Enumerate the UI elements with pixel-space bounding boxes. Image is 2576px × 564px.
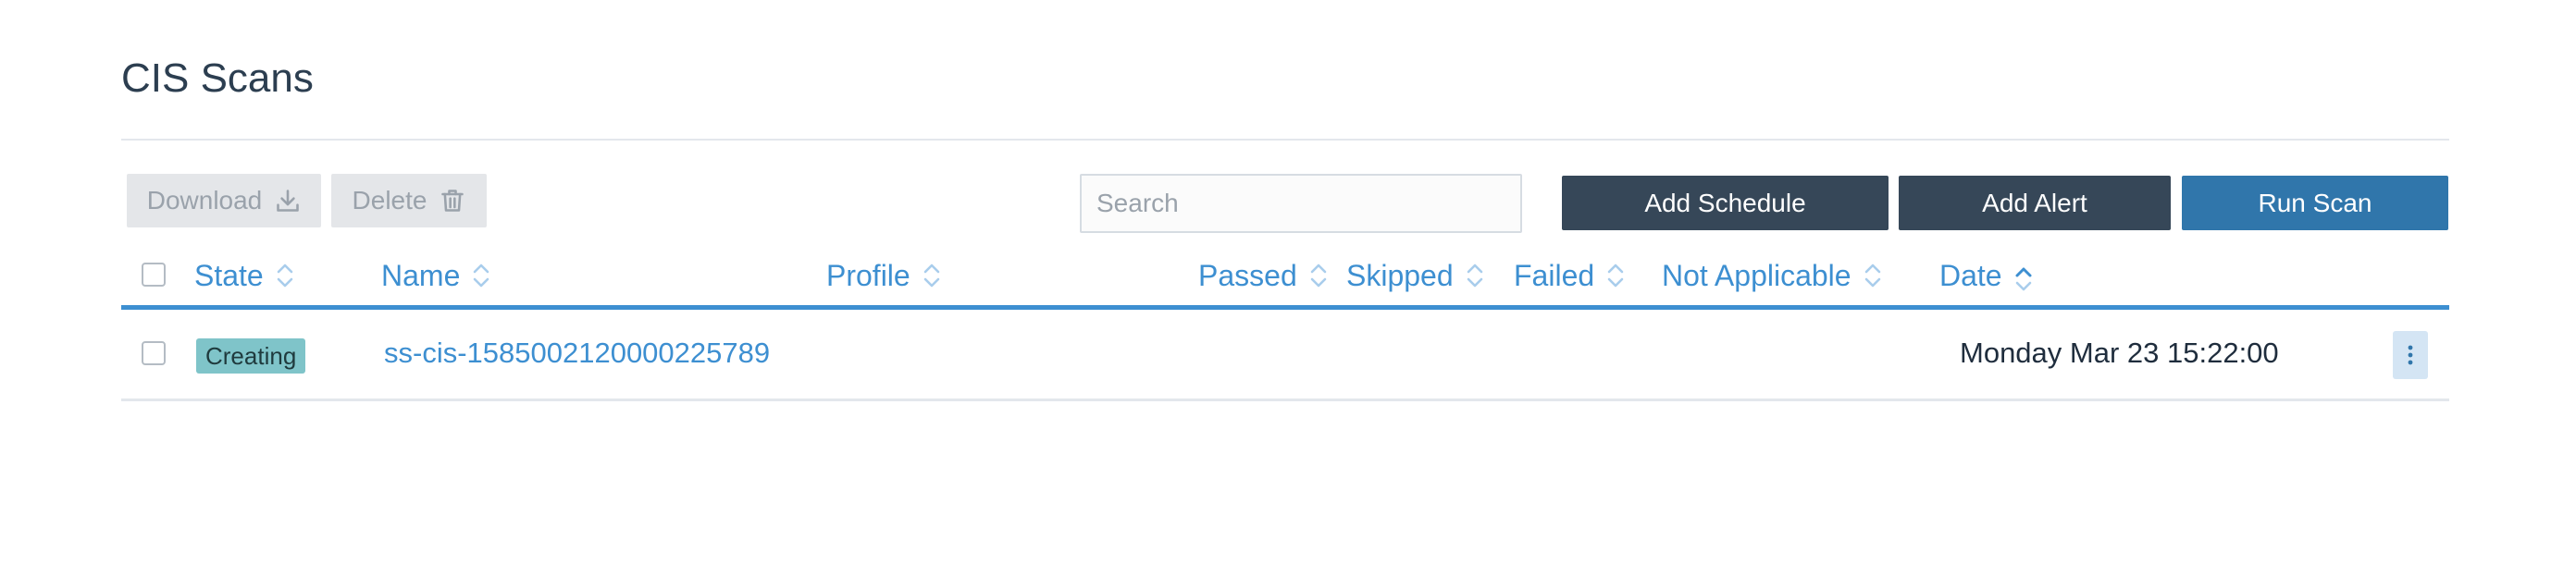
column-header-failed[interactable]: Failed: [1514, 257, 1626, 294]
table-header-divider: [121, 305, 2449, 310]
table-row-divider: [121, 398, 2449, 401]
add-schedule-button[interactable]: Add Schedule: [1562, 176, 1889, 230]
sort-icon: [471, 259, 491, 292]
column-header-passed-label: Passed: [1198, 258, 1297, 292]
column-header-date[interactable]: Date: [1939, 257, 2034, 294]
page-title: CIS Scans: [121, 55, 314, 101]
scan-name-link[interactable]: ss-cis-1585002120000225789: [384, 337, 770, 370]
scan-date: Monday Mar 23 15:22:00: [1960, 337, 2279, 369]
trash-icon: [441, 190, 464, 212]
row-select-checkbox[interactable]: [142, 341, 166, 365]
download-button-label: Download: [146, 186, 263, 215]
cis-scans-page: CIS Scans Download Delete Add Schedule A…: [0, 0, 2576, 564]
kebab-menu-icon: [2408, 345, 2413, 365]
delete-button-label: Delete: [352, 186, 427, 215]
run-scan-button[interactable]: Run Scan: [2182, 176, 2448, 230]
status-badge: Creating: [196, 338, 306, 374]
sort-icon: [922, 259, 942, 292]
column-header-skipped[interactable]: Skipped: [1346, 257, 1485, 294]
column-header-name[interactable]: Name: [381, 257, 491, 294]
title-divider: [121, 139, 2449, 141]
sort-icon: [1465, 259, 1485, 292]
column-header-date-label: Date: [1939, 258, 2002, 292]
delete-button[interactable]: Delete: [331, 174, 487, 227]
column-header-state-label: State: [194, 258, 264, 292]
column-header-passed[interactable]: Passed: [1198, 257, 1329, 294]
column-header-not-applicable[interactable]: Not Applicable: [1662, 257, 1883, 294]
sort-icon: [275, 259, 295, 292]
sort-icon: [1605, 259, 1626, 292]
download-button[interactable]: Download: [127, 174, 321, 227]
column-header-failed-label: Failed: [1514, 258, 1595, 292]
column-header-skipped-label: Skipped: [1346, 258, 1454, 292]
sort-icon: [1863, 259, 1883, 292]
select-all-checkbox[interactable]: [142, 263, 166, 287]
column-header-name-label: Name: [381, 258, 461, 292]
column-header-profile-label: Profile: [826, 258, 910, 292]
sort-icon: [1308, 259, 1329, 292]
sort-ascending-icon: [2013, 259, 2034, 292]
column-header-profile[interactable]: Profile: [826, 257, 942, 294]
search-input[interactable]: [1080, 174, 1522, 233]
row-actions-button[interactable]: [2393, 331, 2428, 379]
column-header-state[interactable]: State: [194, 257, 295, 294]
add-alert-button[interactable]: Add Alert: [1899, 176, 2171, 230]
download-icon: [277, 190, 300, 212]
column-header-not-applicable-label: Not Applicable: [1662, 258, 1852, 292]
